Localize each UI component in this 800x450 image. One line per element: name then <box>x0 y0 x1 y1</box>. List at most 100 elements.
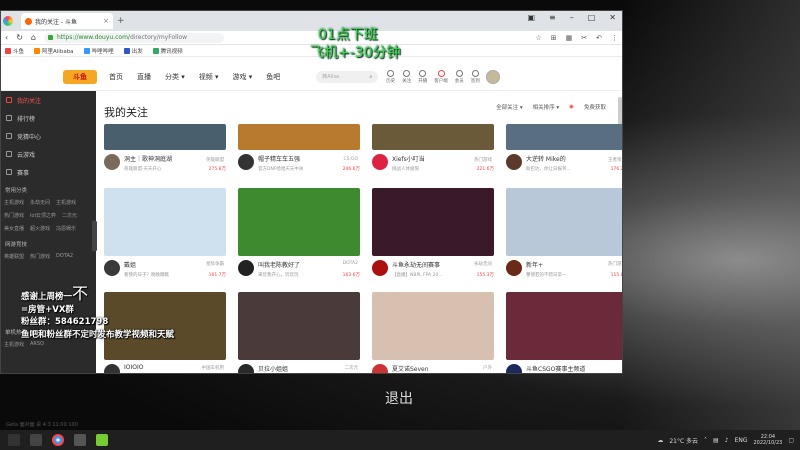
follow-button[interactable]: 关注 <box>402 69 411 84</box>
stream-card[interactable]: 洞主｜歌神洞庭湖 英雄联盟·天天开心 275.8万 英雄联盟 <box>104 124 226 182</box>
sidebar-item-follow[interactable]: 我的关注 <box>1 91 96 109</box>
card-category[interactable]: 热门游戏 <box>608 261 622 267</box>
stream-thumbnail[interactable] <box>238 292 360 360</box>
category-link[interactable]: 热门游戏 <box>4 212 24 219</box>
volume-icon[interactable]: ♪ <box>725 437 729 444</box>
category-link[interactable]: DOTA2 <box>56 253 73 260</box>
douyu-logo[interactable]: 斗鱼 <box>63 69 97 84</box>
home-icon[interactable]: ⌂ <box>31 33 36 42</box>
stream-thumbnail[interactable] <box>238 124 360 150</box>
streamer-avatar[interactable] <box>238 154 254 170</box>
stream-thumbnail[interactable] <box>104 124 226 150</box>
bookmark-item[interactable]: 阿里Alibaba <box>34 47 74 55</box>
category-link[interactable]: 美女直播 <box>4 225 24 232</box>
sidebar-item-rank[interactable]: 排行榜 <box>1 109 96 127</box>
exit-button[interactable]: 退出 <box>385 388 413 408</box>
more-icon[interactable]: ⋮ <box>611 34 618 42</box>
browser-logo-icon[interactable] <box>3 16 13 26</box>
close-tab-icon[interactable]: × <box>103 17 109 25</box>
close-window-icon[interactable]: ✕ <box>609 13 616 22</box>
search-icon[interactable]: ⌕ <box>369 74 372 80</box>
new-tab-icon[interactable]: + <box>117 16 125 26</box>
stream-card[interactable]: 夏艾诺Seven 户外 <box>372 292 494 373</box>
category-link[interactable]: 热门游戏 <box>30 253 50 260</box>
streamer-avatar[interactable] <box>104 260 120 276</box>
nav-game[interactable]: 游戏 ▾ <box>233 72 253 82</box>
client-button[interactable]: 客户端 <box>434 69 448 84</box>
category-link[interactable]: 主机游戏 <box>4 341 24 348</box>
bookmark-item[interactable]: 腾讯视频 <box>152 47 183 55</box>
category-link[interactable]: ARSO <box>30 341 44 348</box>
nav-home[interactable]: 首页 <box>109 72 123 82</box>
streamer-avatar[interactable] <box>372 364 388 373</box>
streamer-avatar[interactable] <box>506 260 522 276</box>
category-link[interactable]: 英雄联盟 <box>4 253 24 260</box>
grid-icon[interactable]: ▦ <box>566 34 573 42</box>
streamer-avatar[interactable] <box>506 364 522 373</box>
browser-taskbar-icon[interactable] <box>52 434 64 446</box>
sidebar-item-events[interactable]: 赛事 <box>1 163 96 181</box>
site-search-input[interactable]: 韩Alisa ⌕ <box>316 70 379 83</box>
stream-card[interactable]: 大逆转 Mike的斯巴达，你让日报爷...176.2万王者荣耀 <box>506 124 622 182</box>
stream-thumbnail[interactable] <box>506 292 622 360</box>
stream-card[interactable]: Xiefs小叮当 挑战人体极限 221.6万 热门游戏 <box>372 124 494 182</box>
back-icon[interactable]: ‹ <box>5 33 8 42</box>
nav-category[interactable]: 分类 ▾ <box>165 72 185 82</box>
stream-card[interactable]: 斗鱼永劫无间赛事 【直播】NBPL FPA 20... 155.3万 永劫无间 <box>372 188 494 286</box>
sidebar-item-cloudgame[interactable]: 云游戏 <box>1 145 96 163</box>
category-link[interactable]: 主机游戏 <box>56 199 76 206</box>
card-category[interactable]: 星际争霸 <box>206 261 224 267</box>
network-icon[interactable]: ▤ <box>713 437 719 444</box>
streamer-avatar[interactable] <box>506 154 522 170</box>
signin-button[interactable]: 签到 <box>471 69 480 84</box>
category-link[interactable]: lol云顶之弈 <box>30 212 56 219</box>
sidebar-item-guess[interactable]: 竞猜中心 <box>1 127 96 145</box>
category-link[interactable]: 永劫无间 <box>30 199 50 206</box>
refresh-icon[interactable]: ↻ <box>16 33 23 42</box>
streamer-name[interactable]: 夏艾诺Seven <box>392 364 494 373</box>
card-category[interactable]: 二次元 <box>345 365 359 371</box>
stream-card[interactable]: 斗鱼CSGO赛事主频道 <box>506 292 622 373</box>
card-category[interactable]: 户外 <box>483 365 492 371</box>
obs-taskbar-icon[interactable] <box>96 434 108 446</box>
streamer-avatar[interactable] <box>104 364 120 373</box>
nav-live[interactable]: 直播 <box>137 72 151 82</box>
stream-thumbnail[interactable] <box>506 124 622 150</box>
card-category[interactable]: 永劫无间 <box>474 261 492 267</box>
cut-icon[interactable]: ✂ <box>581 34 587 42</box>
settings-icon[interactable]: ▣ <box>527 13 535 22</box>
maximize-icon[interactable]: □ <box>588 13 596 22</box>
category-link[interactable]: 主机游戏 <box>4 199 24 206</box>
undo-icon[interactable]: ↶ <box>596 34 602 42</box>
stream-thumbnail[interactable] <box>372 124 494 150</box>
card-category[interactable]: 王者荣耀 <box>608 157 622 163</box>
filter-all-dropdown[interactable]: 全部关注 ▾ <box>496 103 523 111</box>
streamer-avatar[interactable] <box>372 260 388 276</box>
stream-thumbnail[interactable] <box>238 188 360 256</box>
weather-text[interactable]: 21°C 多云 <box>669 436 698 445</box>
stream-card[interactable]: 帽子精车车五强 官方DNF哈哈天天中洲 246.6万 CS:GO <box>238 124 360 182</box>
clock[interactable]: 22:04 2022/10/23 <box>754 434 783 446</box>
card-category[interactable]: DOTA2 <box>343 261 358 266</box>
streamer-avatar[interactable] <box>238 364 254 373</box>
history-button[interactable]: 历史 <box>386 69 395 84</box>
bookmark-star-icon[interactable]: ☆ <box>535 34 541 42</box>
tray-arrow-icon[interactable]: ˄ <box>704 437 707 444</box>
stream-thumbnail[interactable] <box>104 188 226 256</box>
nav-fishbar[interactable]: 鱼吧 <box>266 72 280 82</box>
minimize-icon[interactable]: – <box>570 13 574 22</box>
card-category[interactable]: 中国车机用 <box>202 365 225 371</box>
browser-tab[interactable]: 我的关注 - 斗鱼 × <box>21 13 113 29</box>
card-category[interactable]: 英雄联盟 <box>206 157 224 163</box>
streamer-avatar[interactable] <box>372 154 388 170</box>
stream-card[interactable]: 贝拉小姐姐 二次元 <box>238 292 360 373</box>
taskview-icon[interactable] <box>30 434 42 446</box>
card-category[interactable]: 热门游戏 <box>474 157 492 163</box>
notification-icon[interactable]: ▢ <box>788 437 794 444</box>
category-link[interactable]: 超火游戏 <box>30 225 50 232</box>
stream-thumbnail[interactable] <box>372 188 494 256</box>
menu-icon[interactable]: ≡ <box>549 13 556 22</box>
input-lang[interactable]: ENG <box>735 437 748 444</box>
start-icon[interactable] <box>8 434 20 446</box>
stream-card[interactable]: 叫我老陈教好了 来玩我开心，玩玩玩 163.6万 DOTA2 <box>238 188 360 286</box>
